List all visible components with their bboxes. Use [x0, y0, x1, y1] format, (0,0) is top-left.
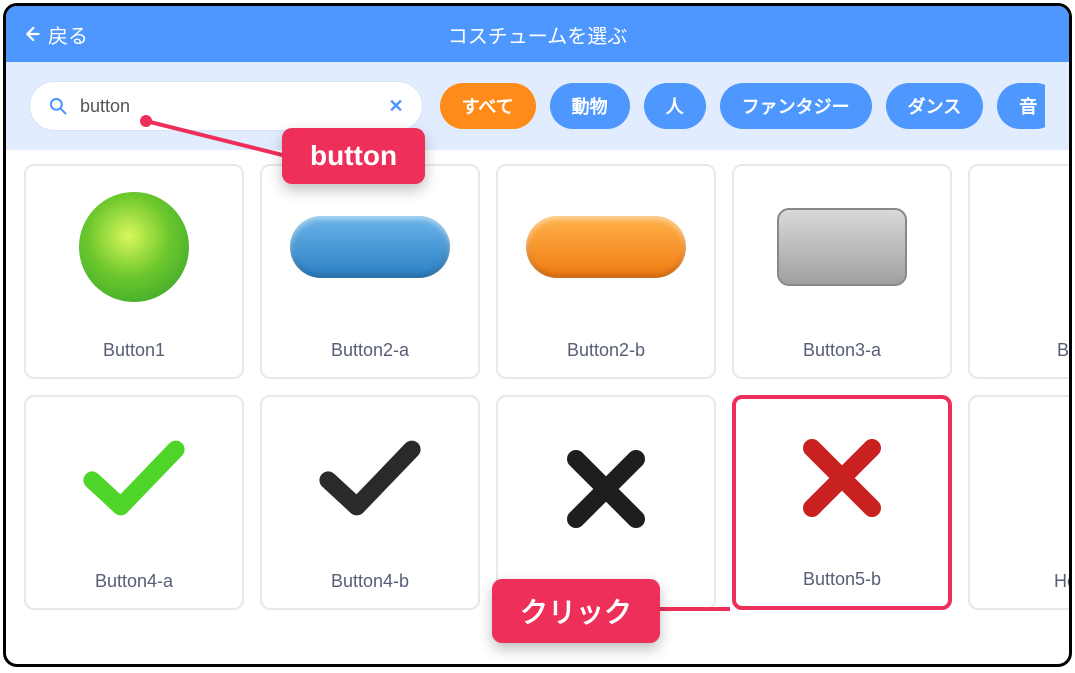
costume-card[interactable]: Button1 — [24, 164, 244, 379]
costume-label: Button4-b — [331, 559, 409, 608]
search-box[interactable]: ✕ — [30, 82, 422, 130]
back-button[interactable]: 戻る — [22, 20, 88, 49]
category-pill[interactable]: 動物 — [550, 83, 630, 129]
costume-card[interactable]: Button4-a — [24, 395, 244, 610]
costume-label: Home — [1054, 559, 1069, 608]
category-pill[interactable]: 人 — [644, 83, 706, 129]
category-pill[interactable]: ダンス — [886, 83, 984, 129]
costume-grid: Button1 Button2-a Button2-b Button3-a Butto B… — [6, 150, 1069, 624]
category-pill[interactable]: すべて — [440, 83, 536, 129]
costume-card[interactable]: Button2-b — [496, 164, 716, 379]
clear-search-icon[interactable]: ✕ — [389, 96, 404, 117]
costume-label: Butto — [1057, 328, 1069, 377]
costume-card[interactable]: Butto — [968, 164, 1069, 379]
costume-label: Button1 — [103, 328, 165, 377]
costume-card[interactable]: Button3-a — [732, 164, 952, 379]
category-pill[interactable]: ファンタジー — [720, 83, 872, 129]
costume-card[interactable]: Button4-b — [260, 395, 480, 610]
costume-label: Button4-a — [95, 559, 173, 608]
back-label: 戻る — [48, 20, 88, 49]
costume-card[interactable] — [496, 395, 716, 610]
app-window: 戻る コスチュームを選ぶ ✕ すべて動物人ファンタジーダンス音 Button1B… — [3, 3, 1072, 667]
costume-label: Button2-b — [567, 328, 645, 377]
category-pill[interactable]: 音 — [997, 83, 1045, 129]
costume-card[interactable]: Button2-a — [260, 164, 480, 379]
filter-bar: ✕ すべて動物人ファンタジーダンス音 — [6, 62, 1069, 150]
search-input[interactable] — [80, 96, 377, 117]
costume-label: Button3-a — [803, 328, 881, 377]
costume-card[interactable]: Home — [968, 395, 1069, 610]
costume-card[interactable]: Button5-b — [732, 395, 952, 610]
page-title: コスチュームを選ぶ — [448, 20, 627, 49]
search-annotation: button — [282, 128, 425, 184]
back-arrow-icon — [22, 25, 40, 43]
search-icon — [48, 96, 68, 116]
click-annotation: クリック — [492, 579, 660, 643]
costume-label: Button5-b — [803, 557, 881, 606]
header-bar: 戻る コスチュームを選ぶ — [6, 6, 1069, 62]
costume-label: Button2-a — [331, 328, 409, 377]
